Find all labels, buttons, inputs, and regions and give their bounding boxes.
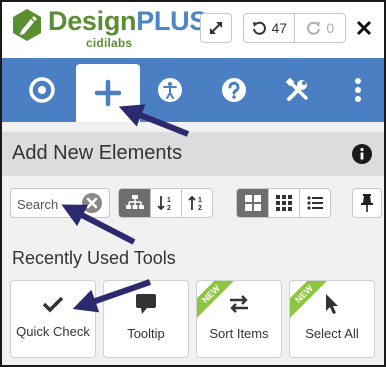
tab-target[interactable] bbox=[12, 58, 72, 122]
tab-add-elements[interactable] bbox=[76, 64, 140, 122]
undo-button[interactable]: 47 bbox=[244, 14, 294, 42]
svg-text:2: 2 bbox=[167, 205, 171, 211]
recent-tools-title: Recently Used Tools bbox=[12, 248, 176, 268]
tool-select-all-icon-wrap bbox=[290, 293, 374, 315]
tab-more[interactable] bbox=[328, 58, 384, 122]
section-title: Add New Elements bbox=[12, 142, 183, 164]
sort-by-category-button[interactable] bbox=[119, 189, 150, 217]
svg-text:2: 2 bbox=[198, 205, 202, 211]
brand-name-design: Design bbox=[48, 6, 137, 36]
list-view-button[interactable] bbox=[299, 189, 330, 217]
close-x-icon bbox=[356, 20, 372, 36]
large-grid-icon bbox=[244, 195, 261, 211]
search-box bbox=[10, 188, 110, 218]
redo-icon bbox=[307, 21, 321, 35]
plus-icon bbox=[94, 79, 122, 107]
small-grid-icon bbox=[276, 195, 292, 211]
undo-redo-group: 47 0 bbox=[243, 13, 346, 43]
redo-count: 0 bbox=[326, 20, 335, 36]
sort-numeric-up-icon: 1 2 bbox=[188, 195, 202, 211]
sort-ascending-button[interactable]: 1 2 bbox=[150, 189, 181, 217]
undo-count: 47 bbox=[271, 20, 288, 36]
tool-quick-check-icon-wrap bbox=[11, 293, 95, 315]
sort-button-group: 1 2 1 2 bbox=[118, 188, 213, 218]
large-grid-view-button[interactable] bbox=[237, 189, 268, 217]
main-toolbar bbox=[2, 58, 384, 122]
designplus-logo-icon bbox=[13, 9, 41, 41]
brand-name-plus: PLUS bbox=[136, 6, 208, 36]
tool-sort-items[interactable]: NEW Sort Items bbox=[196, 280, 282, 358]
tool-label: Tooltip bbox=[127, 326, 165, 341]
clear-search-icon[interactable] bbox=[81, 192, 103, 214]
expand-arrows-icon bbox=[210, 22, 222, 34]
help-icon bbox=[222, 78, 246, 102]
more-vertical-icon bbox=[355, 78, 361, 102]
tool-tooltip-icon-wrap bbox=[104, 293, 188, 315]
tool-quick-check[interactable]: Quick Check bbox=[10, 280, 96, 358]
info-icon[interactable] bbox=[352, 144, 372, 164]
list-icon bbox=[307, 196, 323, 210]
tool-label: Quick Check bbox=[16, 324, 90, 339]
pin-icon bbox=[361, 194, 373, 212]
pin-button[interactable] bbox=[352, 188, 382, 218]
tool-select-all[interactable]: NEW Select All bbox=[289, 280, 375, 358]
section-header: Add New Elements bbox=[2, 132, 384, 176]
small-grid-view-button[interactable] bbox=[268, 189, 299, 217]
sort-numeric-down-icon: 1 2 bbox=[157, 196, 171, 211]
brand-title: DesignPLUS bbox=[48, 6, 207, 37]
speech-bubble-icon bbox=[136, 294, 156, 314]
target-icon bbox=[29, 77, 55, 103]
expand-button[interactable] bbox=[200, 13, 232, 43]
svg-text:1: 1 bbox=[198, 197, 202, 204]
tab-help[interactable] bbox=[204, 58, 264, 122]
tab-tools[interactable] bbox=[268, 58, 328, 122]
tool-label: Select All bbox=[305, 326, 359, 341]
header: DesignPLUS cidilabs 47 0 bbox=[2, 2, 384, 58]
sitemap-icon bbox=[125, 195, 144, 209]
close-button[interactable] bbox=[352, 14, 376, 42]
sort-descending-button[interactable]: 1 2 bbox=[181, 189, 212, 217]
cursor-icon bbox=[326, 294, 338, 314]
tool-sort-items-icon-wrap bbox=[197, 293, 281, 315]
accessibility-icon bbox=[158, 78, 182, 102]
tools-icon bbox=[285, 77, 308, 101]
redo-button[interactable]: 0 bbox=[294, 14, 345, 42]
svg-text:1: 1 bbox=[167, 197, 171, 204]
view-button-group bbox=[236, 188, 331, 218]
search-input[interactable] bbox=[17, 195, 85, 213]
tool-tooltip[interactable]: Tooltip bbox=[103, 280, 189, 358]
brand-subtitle: cidilabs bbox=[86, 36, 133, 50]
swap-arrows-icon bbox=[230, 295, 248, 313]
tool-label: Sort Items bbox=[209, 326, 269, 341]
designplus-panel: DesignPLUS cidilabs 47 0 Add New Element… bbox=[0, 0, 386, 367]
tab-accessibility[interactable] bbox=[140, 58, 200, 122]
undo-icon bbox=[253, 21, 267, 35]
checkmark-icon bbox=[42, 296, 64, 313]
